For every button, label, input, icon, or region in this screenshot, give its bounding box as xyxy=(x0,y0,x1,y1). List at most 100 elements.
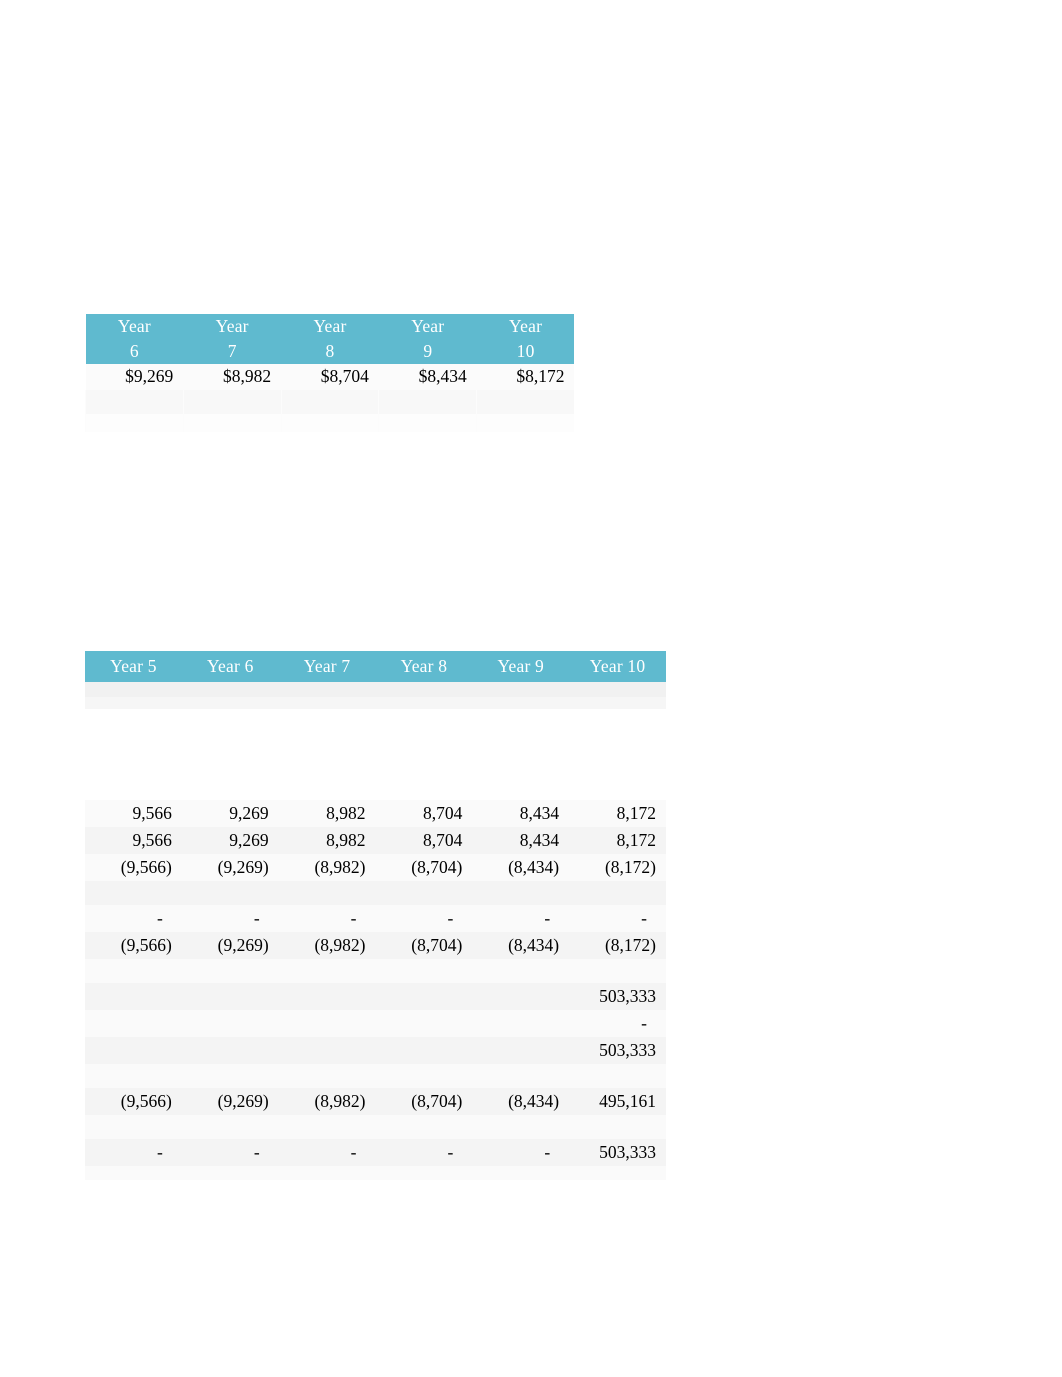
table-two-cell[interactable] xyxy=(181,1010,279,1037)
table-two-cell[interactable] xyxy=(181,983,279,1010)
table-two-cell[interactable]: 8,982 xyxy=(278,827,376,854)
table-two-cell[interactable]: 495,161 xyxy=(569,1088,666,1115)
table-two-cell[interactable] xyxy=(85,959,182,983)
table-two-cell[interactable]: (8,172) xyxy=(569,932,666,959)
table-two-cell[interactable] xyxy=(569,959,666,983)
table-row[interactable]: - xyxy=(85,1010,666,1037)
table-two-cell[interactable]: 8,434 xyxy=(472,827,570,854)
table-two-cell[interactable]: 9,269 xyxy=(181,800,279,827)
table-two-cell[interactable]: 8,704 xyxy=(375,827,473,854)
table-one-cell[interactable]: $8,982 xyxy=(183,363,282,390)
table-two-header-year-8[interactable]: Year 8 xyxy=(375,651,473,682)
table-one-year-summary[interactable]: Year 6 Year 7 Year 8 Year 9 Year 10 $9,2… xyxy=(85,314,575,432)
table-two-cell[interactable]: (8,704) xyxy=(375,854,473,881)
table-row[interactable]: (9,566) (9,269) (8,982) (8,704) (8,434) … xyxy=(85,1088,666,1115)
table-row[interactable] xyxy=(85,413,575,432)
table-two-cell[interactable] xyxy=(85,983,182,1010)
table-two-cell[interactable]: 8,172 xyxy=(569,800,666,827)
table-two-cell[interactable]: (9,269) xyxy=(181,854,279,881)
table-two-cell[interactable] xyxy=(375,1037,473,1064)
table-two-cell[interactable]: (8,704) xyxy=(375,1088,473,1115)
table-two-cell[interactable] xyxy=(181,1064,279,1088)
table-two-cell[interactable] xyxy=(278,1037,376,1064)
table-row[interactable]: 503,333 xyxy=(85,983,666,1010)
table-two-cell[interactable] xyxy=(375,959,473,983)
table-two-cell[interactable] xyxy=(278,959,376,983)
table-two-cell[interactable] xyxy=(278,881,376,905)
table-one-cell[interactable]: $8,434 xyxy=(378,363,477,390)
table-two-cell[interactable]: 9,269 xyxy=(181,827,279,854)
table-two-cell[interactable]: (8,982) xyxy=(278,854,376,881)
table-two-cell[interactable]: (9,269) xyxy=(181,1088,279,1115)
table-two-cell[interactable]: 8,982 xyxy=(278,800,376,827)
table-row[interactable] xyxy=(85,1115,666,1139)
table-two-cell[interactable] xyxy=(375,1010,473,1037)
table-row[interactable]: 9,566 9,269 8,982 8,704 8,434 8,172 xyxy=(85,800,666,827)
table-two-cash-flow[interactable]: Year 5 Year 6 Year 7 Year 8 Year 9 Year … xyxy=(85,651,666,1180)
table-two-cell[interactable] xyxy=(375,1115,473,1139)
table-two-cell[interactable]: (8,172) xyxy=(569,854,666,881)
table-two-cell[interactable]: 503,333 xyxy=(569,1037,666,1064)
table-two-cell[interactable]: 8,172 xyxy=(569,827,666,854)
table-row[interactable]: 503,333 xyxy=(85,1037,666,1064)
table-two-cell[interactable]: 9,566 xyxy=(85,800,182,827)
table-one-blank-cell[interactable] xyxy=(280,389,379,414)
table-two-cell[interactable] xyxy=(181,1037,279,1064)
table-two-header-year-9[interactable]: Year 9 xyxy=(472,651,570,682)
table-row[interactable] xyxy=(85,881,666,905)
table-one-header-year-10[interactable]: Year 10 xyxy=(476,314,575,364)
table-two-cell[interactable] xyxy=(569,881,666,905)
table-row[interactable] xyxy=(85,1064,666,1088)
table-one-blank-cell[interactable] xyxy=(85,413,184,432)
table-two-cell[interactable] xyxy=(472,1064,570,1088)
table-two-cell[interactable] xyxy=(472,881,570,905)
table-two-cell[interactable]: (9,269) xyxy=(181,932,279,959)
table-two-cell[interactable]: (8,434) xyxy=(472,854,570,881)
table-two-cell[interactable] xyxy=(181,959,279,983)
table-two-cell[interactable]: (9,566) xyxy=(85,854,182,881)
table-two-cell[interactable] xyxy=(472,983,570,1010)
table-one-cell[interactable]: $8,172 xyxy=(476,363,575,390)
table-two-cell[interactable] xyxy=(375,881,473,905)
table-two-cell[interactable]: 8,704 xyxy=(375,800,473,827)
table-two-cell[interactable] xyxy=(85,1115,182,1139)
table-row[interactable]: (9,566) (9,269) (8,982) (8,704) (8,434) … xyxy=(85,854,666,881)
table-two-cell[interactable] xyxy=(278,1064,376,1088)
table-two-cell[interactable] xyxy=(85,1064,182,1088)
table-two-cell[interactable] xyxy=(569,1064,666,1088)
table-two-cell[interactable]: 9,566 xyxy=(85,827,182,854)
table-one-header-year-7[interactable]: Year 7 xyxy=(183,314,282,364)
table-two-cell[interactable] xyxy=(181,1115,279,1139)
table-one-blank-cell[interactable] xyxy=(476,389,575,414)
table-two-header-year-6[interactable]: Year 6 xyxy=(181,651,279,682)
table-two-cell[interactable]: (8,704) xyxy=(375,932,473,959)
table-two-cell[interactable]: (9,566) xyxy=(85,1088,182,1115)
table-two-cell[interactable]: (8,982) xyxy=(278,1088,376,1115)
table-two-cell[interactable] xyxy=(375,983,473,1010)
table-two-cell[interactable] xyxy=(85,881,182,905)
table-row[interactable]: 9,566 9,269 8,982 8,704 8,434 8,172 xyxy=(85,827,666,854)
table-two-cell[interactable]: (8,434) xyxy=(472,1088,570,1115)
table-two-cell[interactable] xyxy=(569,1115,666,1139)
table-row[interactable]: - - - - - - xyxy=(85,905,666,932)
table-row[interactable]: - - - - - 503,333 xyxy=(85,1139,666,1166)
table-two-cell[interactable] xyxy=(375,1064,473,1088)
table-two-header-year-5[interactable]: Year 5 xyxy=(85,651,182,682)
table-one-cell[interactable]: $8,704 xyxy=(281,363,379,390)
table-two-cell[interactable]: (9,566) xyxy=(85,932,182,959)
table-two-header-year-10[interactable]: Year 10 xyxy=(569,651,666,682)
table-one-blank-cell[interactable] xyxy=(85,389,184,414)
table-two-cell[interactable] xyxy=(278,983,376,1010)
table-two-cell[interactable]: (8,982) xyxy=(278,932,376,959)
table-two-cell[interactable] xyxy=(472,1037,570,1064)
table-two-cell[interactable] xyxy=(472,1010,570,1037)
table-row[interactable]: $9,269 $8,982 $8,704 $8,434 $8,172 xyxy=(85,363,575,390)
table-one-blank-cell[interactable] xyxy=(476,413,575,432)
table-row[interactable]: (9,566) (9,269) (8,982) (8,704) (8,434) … xyxy=(85,932,666,959)
table-two-cell[interactable] xyxy=(472,1115,570,1139)
table-one-blank-cell[interactable] xyxy=(182,389,282,414)
table-one-blank-cell[interactable] xyxy=(378,413,477,432)
table-one-header-year-6[interactable]: Year 6 xyxy=(85,314,184,364)
table-one-blank-cell[interactable] xyxy=(182,413,282,432)
table-two-cell[interactable]: 503,333 xyxy=(569,983,666,1010)
